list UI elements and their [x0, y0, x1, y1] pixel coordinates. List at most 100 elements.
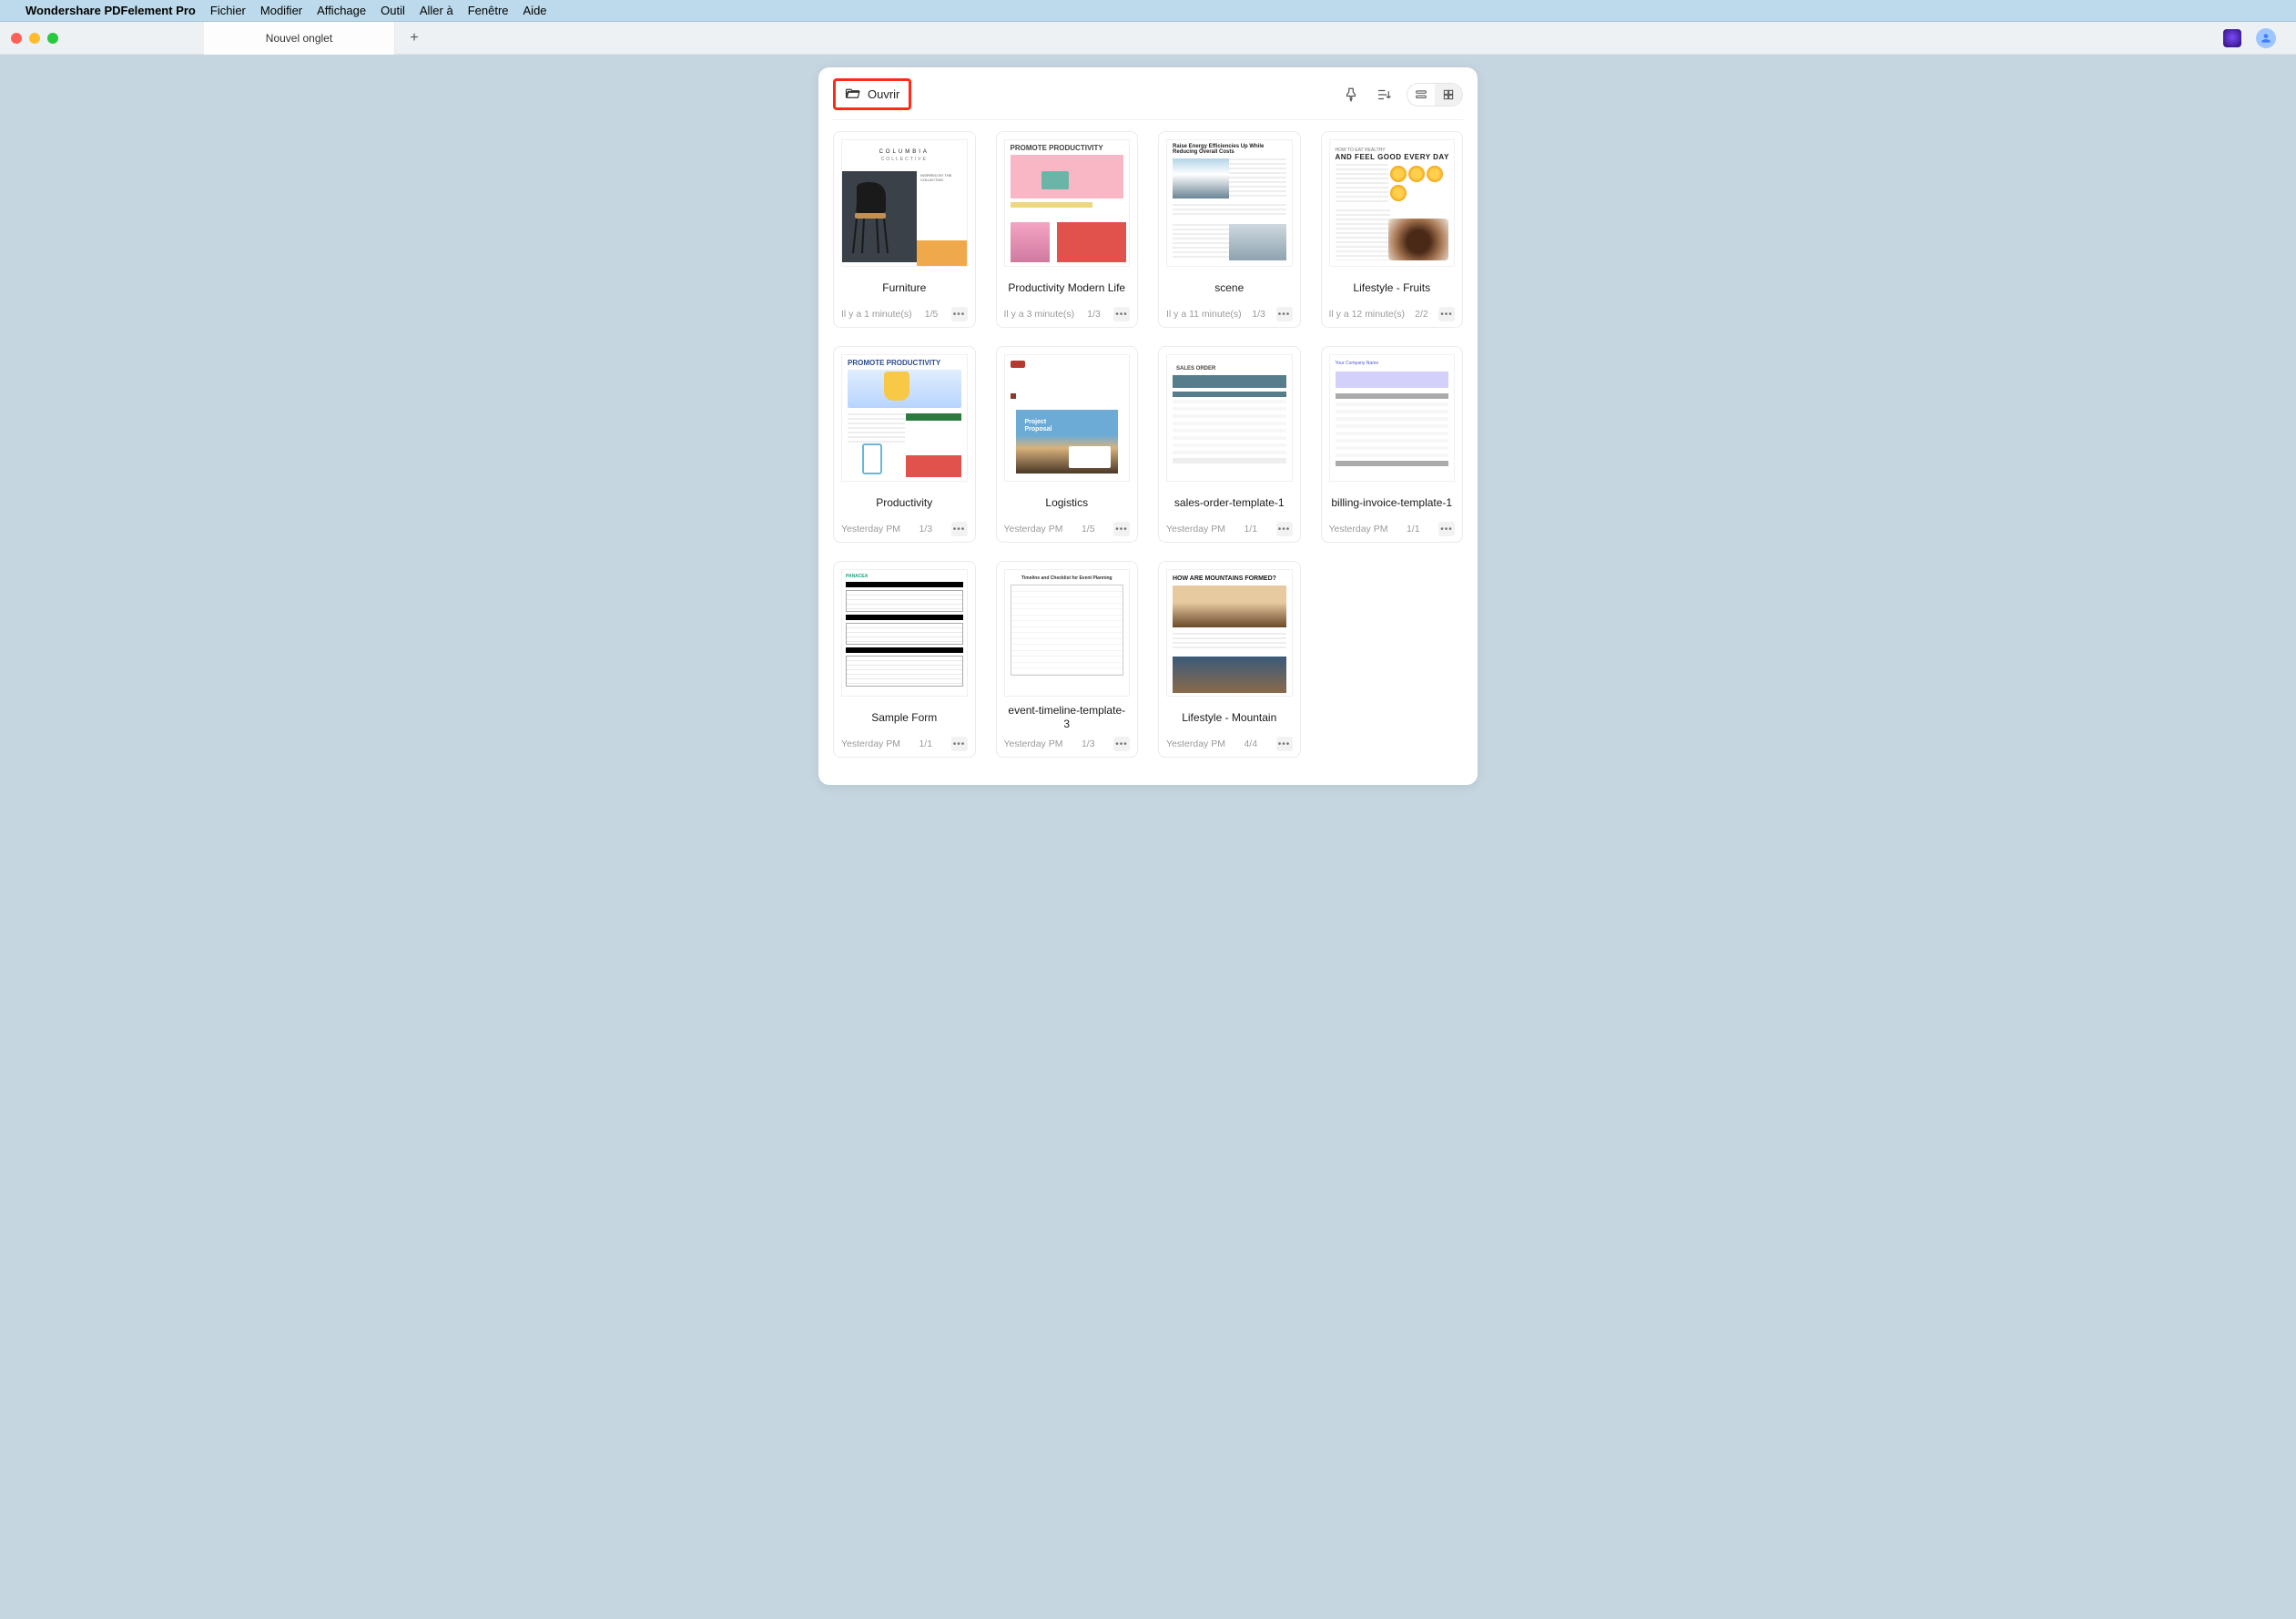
thumb-art: [1173, 458, 1286, 463]
document-card[interactable]: PANACEA Sample Form Yesterday PM 1/1 •••: [833, 561, 976, 758]
thumb-art: [1011, 202, 1093, 208]
tab-current[interactable]: Nouvel onglet: [204, 22, 395, 55]
menu-aller-a[interactable]: Aller à: [420, 4, 453, 17]
document-card[interactable]: HOW ARE MOUNTAINS FORMED? Lifestyle - Mo…: [1158, 561, 1301, 758]
thumb-art: [1011, 585, 1124, 676]
document-time: Yesterday PM: [1166, 524, 1225, 535]
thumb-art: [1173, 400, 1286, 454]
viewmode-toggle: [1407, 83, 1463, 107]
document-card[interactable]: HOW TO EAT HEALTHY AND FEEL GOOD EVERY D…: [1321, 131, 1464, 328]
thumb-text: COLUMBIA: [842, 149, 967, 155]
thumb-art: [1173, 585, 1286, 627]
document-title: Furniture: [841, 274, 968, 301]
document-pages: 1/1: [1244, 524, 1257, 535]
menubar-app-name[interactable]: Wondershare PDFelement Pro: [25, 4, 196, 17]
thumb-art: [1173, 204, 1286, 217]
document-pages: 1/3: [919, 524, 932, 535]
document-card[interactable]: PROMOTE PRODUCTIVITY Productivity Yester…: [833, 346, 976, 543]
document-thumbnail: Your Company Name: [1329, 354, 1456, 482]
tab-label: Nouvel onglet: [266, 32, 332, 45]
thumb-art: [1336, 461, 1449, 466]
document-title: event-timeline-template-3: [1004, 704, 1131, 731]
pin-icon[interactable]: [1341, 85, 1361, 105]
new-tab-button[interactable]: +: [401, 25, 428, 52]
document-card[interactable]: Project Proposal Logistics Yesterday PM …: [996, 346, 1139, 543]
document-card[interactable]: Timeline and Checklist for Event Plannin…: [996, 561, 1139, 758]
document-card[interactable]: Raise Energy Efficiencies Up While Reduc…: [1158, 131, 1301, 328]
documents-grid: COLUMBIA COLLECTIVE INSPIRED BY THE COLL…: [833, 131, 1463, 758]
thumb-art: [1388, 164, 1448, 204]
menu-fichier[interactable]: Fichier: [210, 4, 246, 17]
thumb-art: [846, 615, 963, 620]
thumb-art: [846, 623, 963, 645]
window-zoom-button[interactable]: [47, 33, 58, 44]
window-minimize-button[interactable]: [29, 33, 40, 44]
thumb-text: Your Company Name: [1336, 361, 1449, 366]
menu-aide[interactable]: Aide: [523, 4, 547, 17]
menu-affichage[interactable]: Affichage: [317, 4, 366, 17]
document-title: sales-order-template-1: [1166, 489, 1293, 516]
chair-icon: [849, 182, 895, 253]
document-thumbnail: HOW ARE MOUNTAINS FORMED?: [1166, 569, 1293, 697]
document-time: Yesterday PM: [1329, 524, 1388, 535]
document-pages: 1/5: [925, 309, 939, 320]
document-more-button[interactable]: •••: [1276, 522, 1293, 536]
document-thumbnail: PROMOTE PRODUCTIVITY: [841, 354, 968, 482]
document-title: Productivity: [841, 489, 968, 516]
window-tab-strip: Nouvel onglet +: [0, 22, 2296, 55]
thumb-art: [846, 582, 963, 587]
window-close-button[interactable]: [11, 33, 22, 44]
profile-avatar-icon[interactable]: [2256, 28, 2276, 48]
document-card[interactable]: SALES ORDER sales-order-template-1 Yeste…: [1158, 346, 1301, 543]
thumb-art: [848, 441, 898, 477]
document-thumbnail: SALES ORDER: [1166, 354, 1293, 482]
document-card[interactable]: PROMOTE PRODUCTIVITY Productivity Modern…: [996, 131, 1139, 328]
document-more-button[interactable]: •••: [951, 307, 968, 321]
thumb-art: [1336, 164, 1390, 204]
document-card[interactable]: Your Company Name billing-invoice-templa…: [1321, 346, 1464, 543]
open-file-button[interactable]: Ouvrir: [833, 78, 911, 110]
menu-modifier[interactable]: Modifier: [260, 4, 302, 17]
document-thumbnail: Raise Energy Efficiencies Up While Reduc…: [1166, 139, 1293, 267]
document-time: Yesterday PM: [841, 524, 900, 535]
open-file-label: Ouvrir: [868, 87, 899, 101]
thumb-art: [1173, 224, 1230, 260]
document-more-button[interactable]: •••: [1113, 307, 1130, 321]
thumb-art: [1173, 375, 1286, 388]
thumb-text: PANACEA: [846, 574, 963, 579]
document-more-button[interactable]: •••: [1113, 737, 1130, 751]
thumb-art: [1041, 171, 1069, 189]
document-more-button[interactable]: •••: [1438, 307, 1455, 321]
thumb-art: [1336, 372, 1449, 388]
menu-outil[interactable]: Outil: [381, 4, 405, 17]
thumb-art: [1388, 219, 1448, 260]
thumb-art: [1173, 158, 1230, 199]
listview-button[interactable]: [1407, 84, 1435, 106]
menu-fenetre[interactable]: Fenêtre: [468, 4, 509, 17]
ai-assistant-icon[interactable]: [2223, 29, 2241, 47]
thumb-text: PROMOTE PRODUCTIVITY: [848, 359, 961, 367]
document-more-button[interactable]: •••: [951, 522, 968, 536]
traffic-lights: [11, 33, 58, 44]
gridview-button[interactable]: [1435, 84, 1462, 106]
thumb-art: [846, 656, 963, 687]
document-pages: 1/3: [1082, 738, 1095, 749]
thumb-art: [1229, 224, 1286, 260]
thumb-art: [1173, 633, 1286, 651]
document-thumbnail: PANACEA: [841, 569, 968, 697]
document-time: Yesterday PM: [1004, 524, 1063, 535]
document-title: Sample Form: [841, 704, 968, 731]
document-card[interactable]: COLUMBIA COLLECTIVE INSPIRED BY THE COLL…: [833, 131, 976, 328]
document-thumbnail: Timeline and Checklist for Event Plannin…: [1004, 569, 1131, 697]
document-more-button[interactable]: •••: [1113, 522, 1130, 536]
thumb-art: [1011, 361, 1025, 368]
thumb-text: Raise Energy Efficiencies Up While Reduc…: [1173, 144, 1286, 155]
document-pages: 1/1: [919, 738, 932, 749]
document-pages: 2/2: [1415, 309, 1428, 320]
document-more-button[interactable]: •••: [951, 737, 968, 751]
document-more-button[interactable]: •••: [1276, 307, 1293, 321]
sort-icon[interactable]: [1374, 85, 1394, 105]
document-more-button[interactable]: •••: [1276, 737, 1293, 751]
document-pages: 1/1: [1407, 524, 1420, 535]
document-more-button[interactable]: •••: [1438, 522, 1455, 536]
